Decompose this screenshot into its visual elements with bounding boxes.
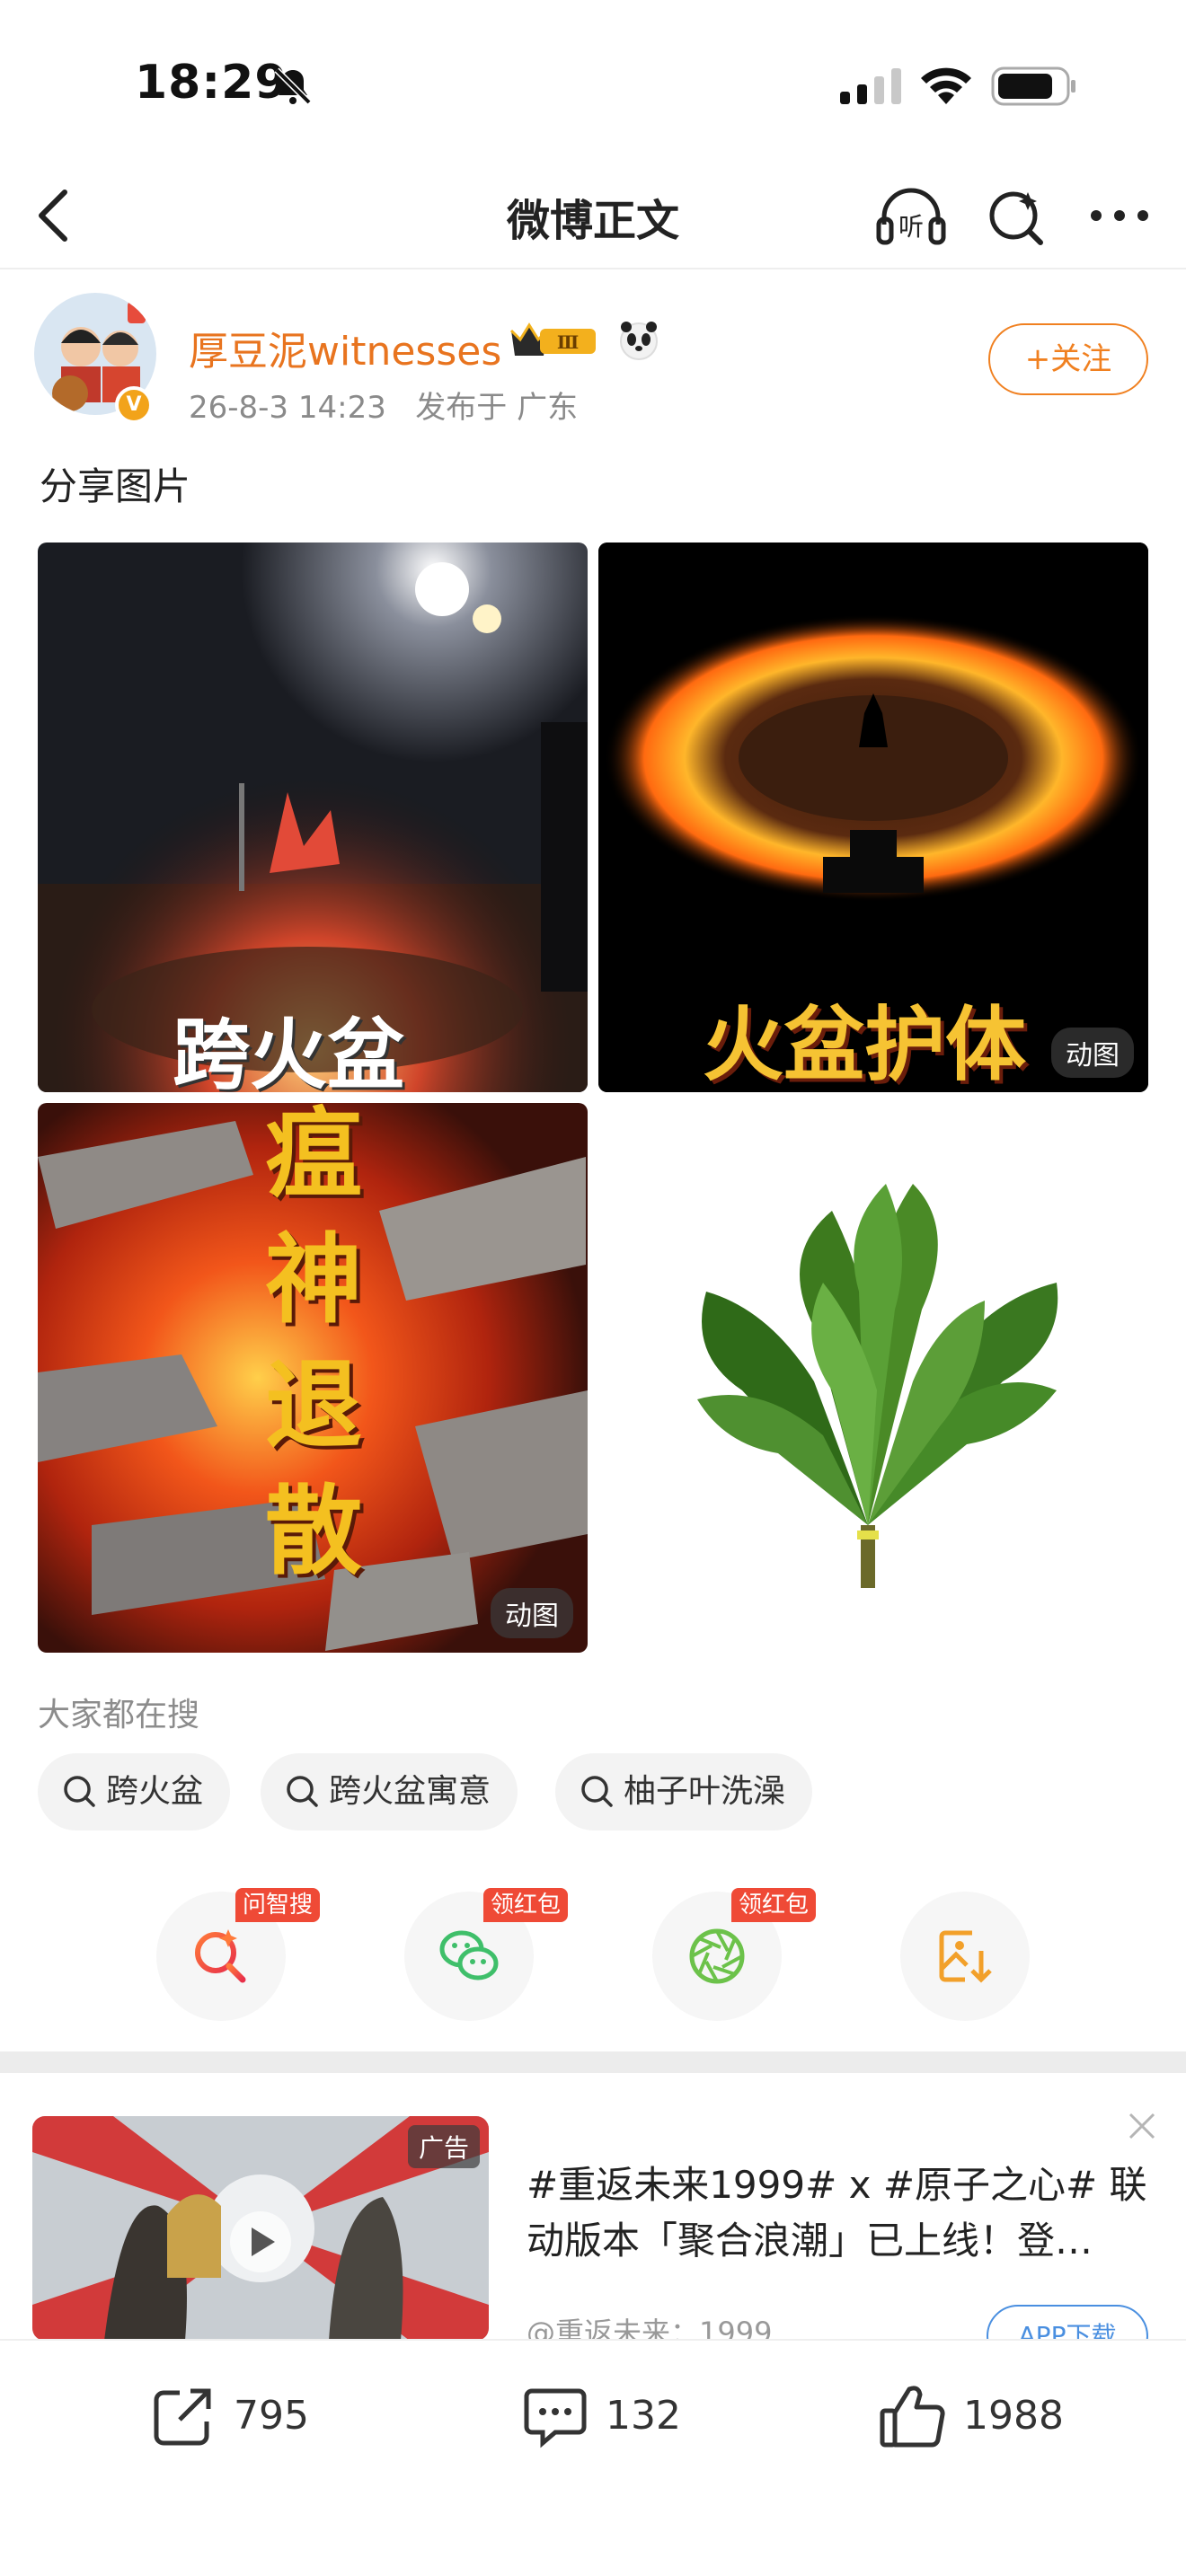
status-time: 18:29 bbox=[135, 56, 288, 110]
post-meta: 26-8-3 14:23 发布于 广东 bbox=[189, 383, 578, 427]
pomelo-leaves-image bbox=[697, 1184, 1058, 1588]
thumbs-up-icon bbox=[880, 2386, 945, 2448]
listen-button[interactable]: 听 bbox=[875, 183, 947, 248]
search-icon bbox=[287, 1776, 318, 1807]
save-image-action[interactable] bbox=[900, 1892, 1030, 2021]
redpack-badge: 领红包 bbox=[483, 1888, 569, 1922]
search-chip[interactable]: 跨火盆寓意 bbox=[261, 1753, 518, 1831]
signal-icon bbox=[840, 68, 901, 104]
image-2-caption: 火盆护体 bbox=[703, 998, 1026, 1092]
more-button[interactable] bbox=[1084, 183, 1155, 248]
bell-muted-icon bbox=[274, 67, 312, 105]
like-count: 1988 bbox=[963, 2393, 1064, 2439]
wifi-icon bbox=[921, 67, 971, 104]
member-level: Ⅲ bbox=[557, 331, 579, 353]
verified-badge: V bbox=[115, 386, 153, 424]
image-3-caption: 瘟神退散 bbox=[264, 1103, 362, 1588]
search-icon bbox=[581, 1776, 613, 1807]
post-image-3[interactable]: 瘟神退散 动图 bbox=[38, 1103, 588, 1653]
hot-search-label: 大家都在搜 bbox=[38, 1697, 200, 1734]
search-chip[interactable]: 柚子叶洗澡 bbox=[555, 1753, 813, 1831]
search-chip-label: 柚子叶洗澡 bbox=[624, 1773, 786, 1810]
more-icon bbox=[1091, 210, 1148, 221]
ad-text[interactable]: #重返未来1999# x #原子之心# 联动版本「聚合浪潮」已上线！登… bbox=[527, 2157, 1155, 2269]
headphones-icon: 听 bbox=[876, 188, 946, 245]
author-name[interactable]: 厚豆泥witnesses bbox=[189, 319, 501, 376]
listen-label: 听 bbox=[898, 212, 924, 242]
status-bar: 18:29 bbox=[0, 0, 1186, 162]
member-crown-badge[interactable]: Ⅲ bbox=[508, 316, 669, 365]
repost-icon bbox=[154, 2388, 211, 2446]
search-icon bbox=[64, 1776, 95, 1807]
smart-search-badge: 问智搜 bbox=[235, 1888, 321, 1922]
image-1-caption: 跨火盆 bbox=[173, 1010, 404, 1092]
gif-tag: 动图 bbox=[491, 1588, 573, 1638]
smart-search-icon bbox=[195, 1929, 246, 1983]
bottom-action-bar: 795 132 1988 bbox=[0, 2339, 1186, 2576]
follow-button[interactable]: +关注 bbox=[988, 323, 1148, 395]
redpack-badge: 领红包 bbox=[731, 1888, 817, 1922]
ad-thumbnail[interactable]: 广告 bbox=[32, 2116, 489, 2341]
post-image-4[interactable] bbox=[598, 1103, 1148, 1653]
search-chip-label: 跨火盆 bbox=[106, 1773, 204, 1810]
search-sparkle-icon bbox=[989, 191, 1043, 245]
like-button[interactable]: 1988 bbox=[877, 2375, 1084, 2461]
save-image-icon bbox=[939, 1930, 992, 1983]
comment-icon bbox=[524, 2388, 587, 2448]
post-image-1[interactable]: 跨火盆 bbox=[38, 543, 588, 1092]
section-divider bbox=[0, 2051, 1186, 2073]
battery-icon bbox=[991, 66, 1075, 106]
gif-tag: 动图 bbox=[1051, 1028, 1134, 1078]
wechat-icon bbox=[439, 1930, 499, 1981]
search-chip[interactable]: 跨火盆 bbox=[38, 1753, 231, 1831]
repost-count: 795 bbox=[234, 2393, 309, 2439]
post-date: 26-8-3 14:23 bbox=[189, 390, 386, 426]
comment-count: 132 bbox=[606, 2393, 681, 2439]
post-text: 分享图片 bbox=[40, 464, 191, 508]
search-chip-label: 跨火盆寓意 bbox=[329, 1773, 491, 1810]
ad-tag: 广告 bbox=[407, 2125, 480, 2168]
post-image-2[interactable]: 火盆护体 动图 bbox=[598, 543, 1148, 1092]
nav-bar: 微博正文 听 bbox=[0, 162, 1186, 269]
smart-search-button[interactable] bbox=[981, 183, 1053, 248]
close-icon[interactable] bbox=[1123, 2107, 1161, 2145]
moments-aperture-icon bbox=[689, 1928, 745, 1984]
post-location: 发布于 广东 bbox=[415, 390, 579, 426]
repost-button[interactable]: 795 bbox=[147, 2375, 327, 2461]
comment-button[interactable]: 132 bbox=[519, 2375, 699, 2461]
